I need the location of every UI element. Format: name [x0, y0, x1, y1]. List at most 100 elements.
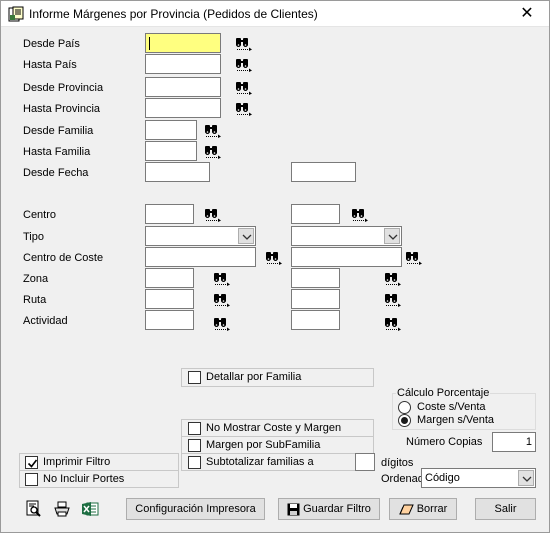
excel-export-icon[interactable] — [81, 500, 99, 518]
search-desde-pais-icon[interactable] — [235, 37, 253, 51]
configuracion-impresora-button[interactable]: Configuración Impresora — [126, 498, 265, 520]
report-dialog: Informe Márgenes por Provincia (Pedidos … — [0, 0, 550, 533]
check-icon — [27, 458, 38, 469]
search-desde-centro-coste-icon[interactable] — [265, 251, 283, 265]
zona-label: Zona — [23, 273, 49, 285]
coste-venta-label: Coste s/Venta — [417, 401, 486, 413]
tipo-label: Tipo — [23, 231, 44, 243]
hasta-familia-label: Hasta Familia — [23, 146, 91, 158]
search-hasta-centro-coste-icon[interactable] — [405, 251, 423, 265]
hasta-provincia-input[interactable] — [145, 98, 221, 118]
detallar-familia-label: Detallar por Familia — [206, 371, 302, 383]
calculo-porcentaje-title: Cálculo Porcentaje — [396, 387, 491, 399]
desde-centro-coste-input[interactable] — [145, 247, 256, 267]
search-hasta-provincia-icon[interactable] — [235, 102, 253, 116]
hasta-fecha-input[interactable] — [291, 162, 356, 182]
title-bar: Informe Márgenes por Provincia (Pedidos … — [1, 1, 549, 27]
subtotalizar-digits-input[interactable] — [355, 453, 375, 471]
subtotalizar-label: Subtotalizar familias a — [206, 456, 314, 468]
ordenado-select[interactable]: Código — [421, 468, 536, 488]
salir-label: Salir — [494, 503, 517, 515]
margen-venta-label: Margen s/Venta — [417, 414, 495, 426]
imprimir-filtro-checkbox[interactable] — [25, 456, 38, 469]
desde-provincia-input[interactable] — [145, 77, 221, 97]
desde-provincia-label: Desde Provincia — [23, 82, 104, 94]
numero-copias-input[interactable]: 1 — [492, 432, 536, 452]
hasta-pais-label: Hasta País — [23, 59, 77, 71]
no-incluir-portes-checkbox[interactable] — [25, 473, 38, 486]
borrar-button[interactable]: Borrar — [389, 498, 457, 520]
desde-familia-input[interactable] — [145, 120, 197, 140]
chevron-down-icon[interactable] — [518, 470, 534, 486]
desde-fecha-label: Desde Fecha — [23, 167, 89, 179]
margen-venta-radio[interactable] — [398, 414, 411, 427]
search-desde-provincia-icon[interactable] — [235, 81, 253, 95]
hasta-zona-input[interactable] — [291, 268, 340, 288]
chevron-down-icon[interactable] — [238, 228, 254, 244]
guardar-filtro-label: Guardar Filtro — [303, 503, 371, 515]
margen-subfamilia-label: Margen por SubFamilia — [206, 439, 321, 451]
desde-tipo-select[interactable] — [145, 226, 256, 246]
hasta-tipo-select[interactable] — [291, 226, 402, 246]
chevron-down-icon[interactable] — [384, 228, 400, 244]
hasta-pais-input[interactable] — [145, 54, 221, 74]
window-title: Informe Márgenes por Provincia (Pedidos … — [29, 7, 318, 21]
centro-label: Centro — [23, 209, 57, 221]
search-hasta-ruta-icon[interactable] — [384, 293, 402, 307]
search-hasta-familia-icon[interactable] — [204, 145, 222, 159]
hasta-familia-input[interactable] — [145, 141, 197, 161]
search-desde-zona-icon[interactable] — [213, 272, 231, 286]
no-mostrar-coste-label: No Mostrar Coste y Margen — [206, 422, 342, 434]
guardar-filtro-button[interactable]: Guardar Filtro — [278, 498, 380, 520]
borrar-label: Borrar — [416, 503, 448, 515]
actividad-label: Actividad — [23, 315, 68, 327]
no-incluir-portes-label: No Incluir Portes — [43, 473, 125, 485]
printer-icon[interactable] — [53, 500, 71, 518]
search-hasta-actividad-icon[interactable] — [384, 317, 402, 331]
hasta-centro-input[interactable] — [291, 204, 340, 224]
search-desde-actividad-icon[interactable] — [213, 317, 231, 331]
search-desde-familia-icon[interactable] — [204, 124, 222, 138]
margen-subfamilia-checkbox[interactable] — [188, 439, 201, 452]
desde-pais-input[interactable] — [145, 33, 221, 53]
app-icon — [8, 6, 24, 22]
hasta-actividad-input[interactable] — [291, 310, 340, 330]
subtotalizar-option[interactable]: Subtotalizar familias a — [181, 453, 374, 471]
desde-actividad-input[interactable] — [145, 310, 194, 330]
close-button[interactable]: ✕ — [505, 1, 549, 27]
imprimir-filtro-option[interactable]: Imprimir Filtro — [19, 453, 179, 471]
hasta-ruta-input[interactable] — [291, 289, 340, 309]
salir-button[interactable]: Salir — [475, 498, 536, 520]
detallar-familia-checkbox[interactable] — [188, 371, 201, 384]
close-icon: ✕ — [520, 5, 534, 22]
no-incluir-portes-option[interactable]: No Incluir Portes — [19, 470, 179, 488]
desde-centro-input[interactable] — [145, 204, 194, 224]
search-hasta-pais-icon[interactable] — [235, 58, 253, 72]
margen-subfamilia-option[interactable]: Margen por SubFamilia — [181, 436, 374, 454]
desde-familia-label: Desde Familia — [23, 125, 94, 137]
desde-fecha-input[interactable] — [145, 162, 210, 182]
no-mostrar-coste-checkbox[interactable] — [188, 422, 201, 435]
coste-venta-radio[interactable] — [398, 401, 411, 414]
detallar-familia-option[interactable]: Detallar por Familia — [181, 368, 374, 387]
ruta-label: Ruta — [23, 294, 47, 306]
numero-copias-label: Número Copias — [406, 436, 483, 448]
desde-ruta-input[interactable] — [145, 289, 194, 309]
print-preview-icon[interactable] — [25, 500, 43, 518]
search-hasta-zona-icon[interactable] — [384, 272, 402, 286]
eraser-icon — [398, 504, 414, 515]
configuracion-impresora-label: Configuración Impresora — [135, 503, 256, 515]
hasta-provincia-label: Hasta Provincia — [23, 103, 101, 115]
no-mostrar-coste-option[interactable]: No Mostrar Coste y Margen — [181, 419, 374, 437]
search-hasta-centro-icon[interactable] — [351, 208, 369, 222]
centro-coste-label: Centro de Coste — [23, 252, 104, 264]
digitos-label: dígitos — [381, 457, 414, 469]
ordenado-value: Código — [425, 472, 460, 484]
desde-zona-input[interactable] — [145, 268, 194, 288]
search-desde-centro-icon[interactable] — [204, 208, 222, 222]
search-desde-ruta-icon[interactable] — [213, 293, 231, 307]
subtotalizar-checkbox[interactable] — [188, 456, 201, 469]
desde-pais-label: Desde País — [23, 38, 80, 50]
hasta-centro-coste-input[interactable] — [291, 247, 402, 267]
save-icon — [287, 503, 300, 516]
